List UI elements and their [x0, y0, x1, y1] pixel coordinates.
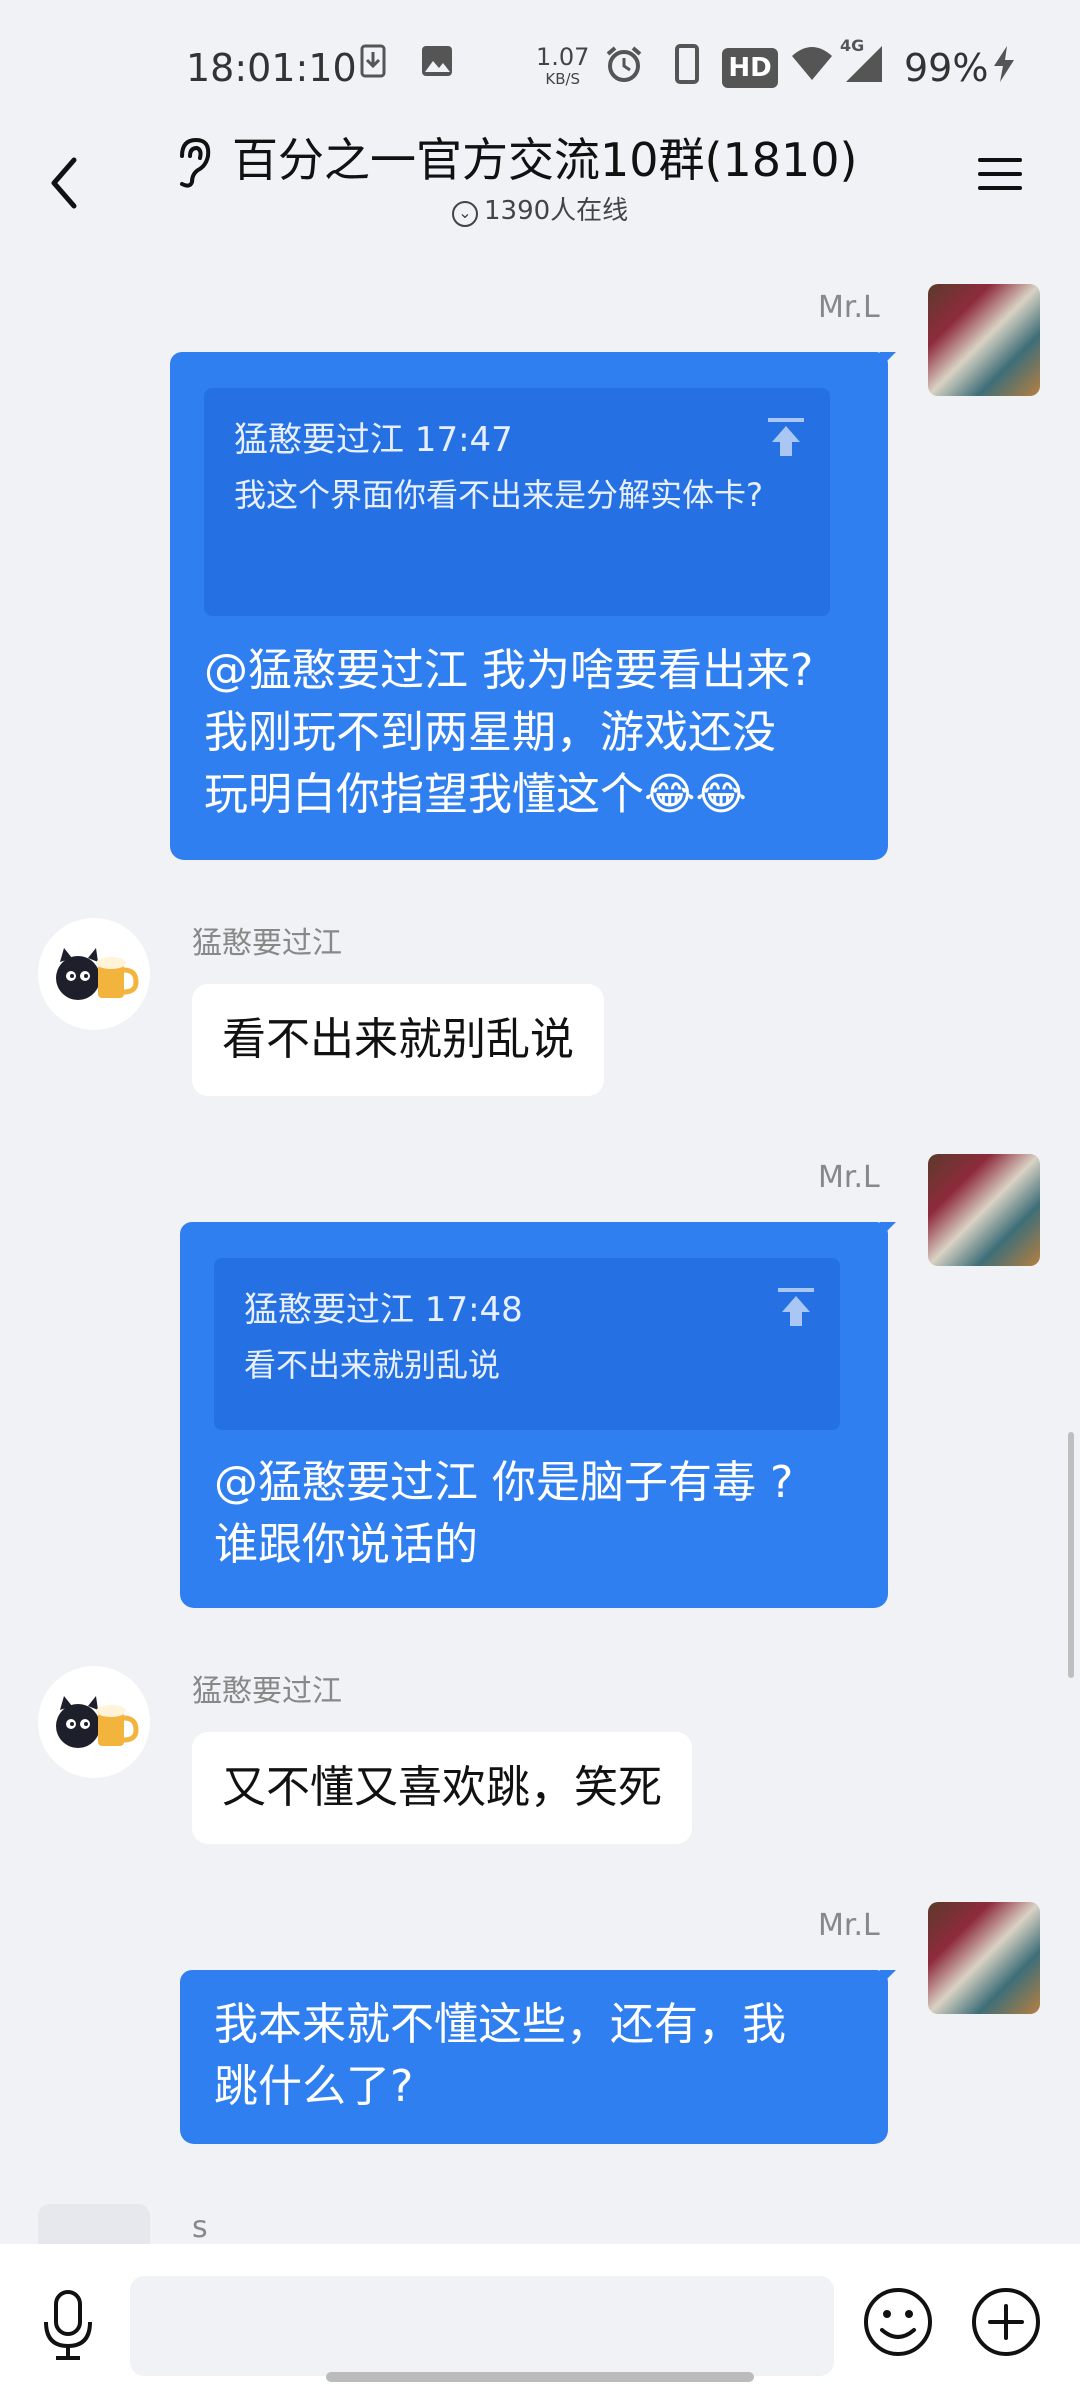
- quote-text: 看不出来就别乱说: [244, 1346, 501, 1384]
- message-text: 又不懂又喜欢跳，笑死: [222, 1762, 662, 1813]
- avatar[interactable]: [38, 1666, 150, 1778]
- quote-header: 猛憨要过江 17:47: [234, 420, 513, 460]
- jump-to-quote-icon[interactable]: [778, 1288, 814, 1328]
- hd-badge: HD: [722, 48, 778, 88]
- sender-name: Mr.L: [818, 1160, 880, 1195]
- message-bubble[interactable]: 又不懂又喜欢跳，笑死: [192, 1732, 692, 1844]
- bubble-tail: [880, 352, 896, 368]
- bubble-tail: [880, 1222, 896, 1238]
- alarm-icon: [606, 46, 642, 82]
- message-text: 看不出来就别乱说: [222, 1014, 574, 1065]
- charging-icon: [994, 46, 1014, 82]
- message-line: @猛憨要过江 我为啥要看出来?: [204, 645, 814, 696]
- message-line: @猛憨要过江 你是脑子有毒 ?: [214, 1457, 794, 1508]
- home-indicator[interactable]: [326, 2372, 754, 2382]
- quoted-message[interactable]: 猛憨要过江 17:47 我这个界面你看不出来是分解实体卡?: [204, 388, 830, 616]
- status-time: 18:01:10: [186, 46, 357, 90]
- message-text: @猛憨要过江 我为啥要看出来? 我刚玩不到两星期，游戏还没 玩明白你指望我懂这个…: [204, 640, 884, 826]
- emoji-icon[interactable]: [862, 2286, 934, 2358]
- ear-icon[interactable]: [172, 134, 216, 190]
- menu-icon[interactable]: [978, 150, 1022, 194]
- avatar[interactable]: [928, 284, 1040, 396]
- jump-to-quote-icon[interactable]: [768, 418, 804, 458]
- message-bubble[interactable]: 看不出来就别乱说: [192, 984, 604, 1096]
- message-bubble[interactable]: 猛憨要过江 17:48 看不出来就别乱说 @猛憨要过江 你是脑子有毒 ? 谁跟你…: [180, 1222, 888, 1608]
- message-line: 我本来就不懂这些，还有，我: [214, 1999, 786, 2050]
- sender-name: 猛憨要过江: [192, 1674, 342, 1709]
- quoted-message[interactable]: 猛憨要过江 17:48 看不出来就别乱说: [214, 1258, 840, 1430]
- mic-icon[interactable]: [38, 2288, 98, 2364]
- online-count-label: 1390人在线: [484, 196, 629, 226]
- avatar[interactable]: [928, 1154, 1040, 1266]
- wifi-icon: [792, 47, 832, 80]
- online-count[interactable]: ⌄ 1390人在线: [452, 190, 628, 227]
- message-line: 跳什么了?: [214, 2061, 414, 2112]
- quote-header: 猛憨要过江 17:48: [244, 1290, 523, 1330]
- cellular-signal: 4G: [840, 36, 886, 88]
- message-bubble[interactable]: 猛憨要过江 17:47 我这个界面你看不出来是分解实体卡? @猛憨要过江 我为啥…: [170, 352, 888, 860]
- sender-name: Mr.L: [818, 1908, 880, 1943]
- message-line: 谁跟你说话的: [214, 1519, 478, 1570]
- avatar[interactable]: [928, 1902, 1040, 2014]
- cat-beer-avatar-icon: [56, 1696, 139, 1748]
- chevron-down-icon: ⌄: [452, 201, 478, 227]
- status-bar: 18:01:10 1.07 KB/S HD 4G 99%: [0, 0, 1080, 130]
- image-icon: [422, 46, 452, 76]
- chat-header: 百分之一官方交流10群(1810) ⌄ 1390人在线: [0, 130, 1080, 265]
- battery-percent: 99%: [904, 46, 989, 90]
- message-line: 玩明白你指望我懂这个😂😂: [204, 769, 747, 820]
- scrollbar[interactable]: [1068, 1432, 1074, 1678]
- back-icon[interactable]: [44, 148, 84, 218]
- quote-text: 我这个界面你看不出来是分解实体卡?: [234, 476, 763, 514]
- avatar[interactable]: [38, 918, 150, 1030]
- avatar[interactable]: [38, 2204, 150, 2244]
- sender-name: s: [192, 2210, 208, 2245]
- plus-icon[interactable]: [970, 2286, 1042, 2358]
- cat-beer-avatar-icon: [56, 948, 139, 1000]
- phone-icon: [675, 44, 699, 84]
- bubble-tail: [880, 1970, 896, 1986]
- message-text: @猛憨要过江 你是脑子有毒 ? 谁跟你说话的: [214, 1452, 874, 1576]
- network-type: 4G: [840, 36, 865, 55]
- download-icon: [360, 44, 386, 78]
- group-title[interactable]: 百分之一官方交流10群(1810): [232, 124, 858, 190]
- message-text: 我本来就不懂这些，还有，我 跳什么了?: [214, 1994, 874, 2118]
- sender-name: Mr.L: [818, 290, 880, 325]
- message-input[interactable]: [130, 2276, 834, 2376]
- net-speed: 1.07 KB/S: [536, 43, 590, 88]
- message-bubble[interactable]: 我本来就不懂这些，还有，我 跳什么了?: [180, 1970, 888, 2144]
- sender-name: 猛憨要过江: [192, 926, 342, 961]
- message-line: 我刚玩不到两星期，游戏还没: [204, 707, 776, 758]
